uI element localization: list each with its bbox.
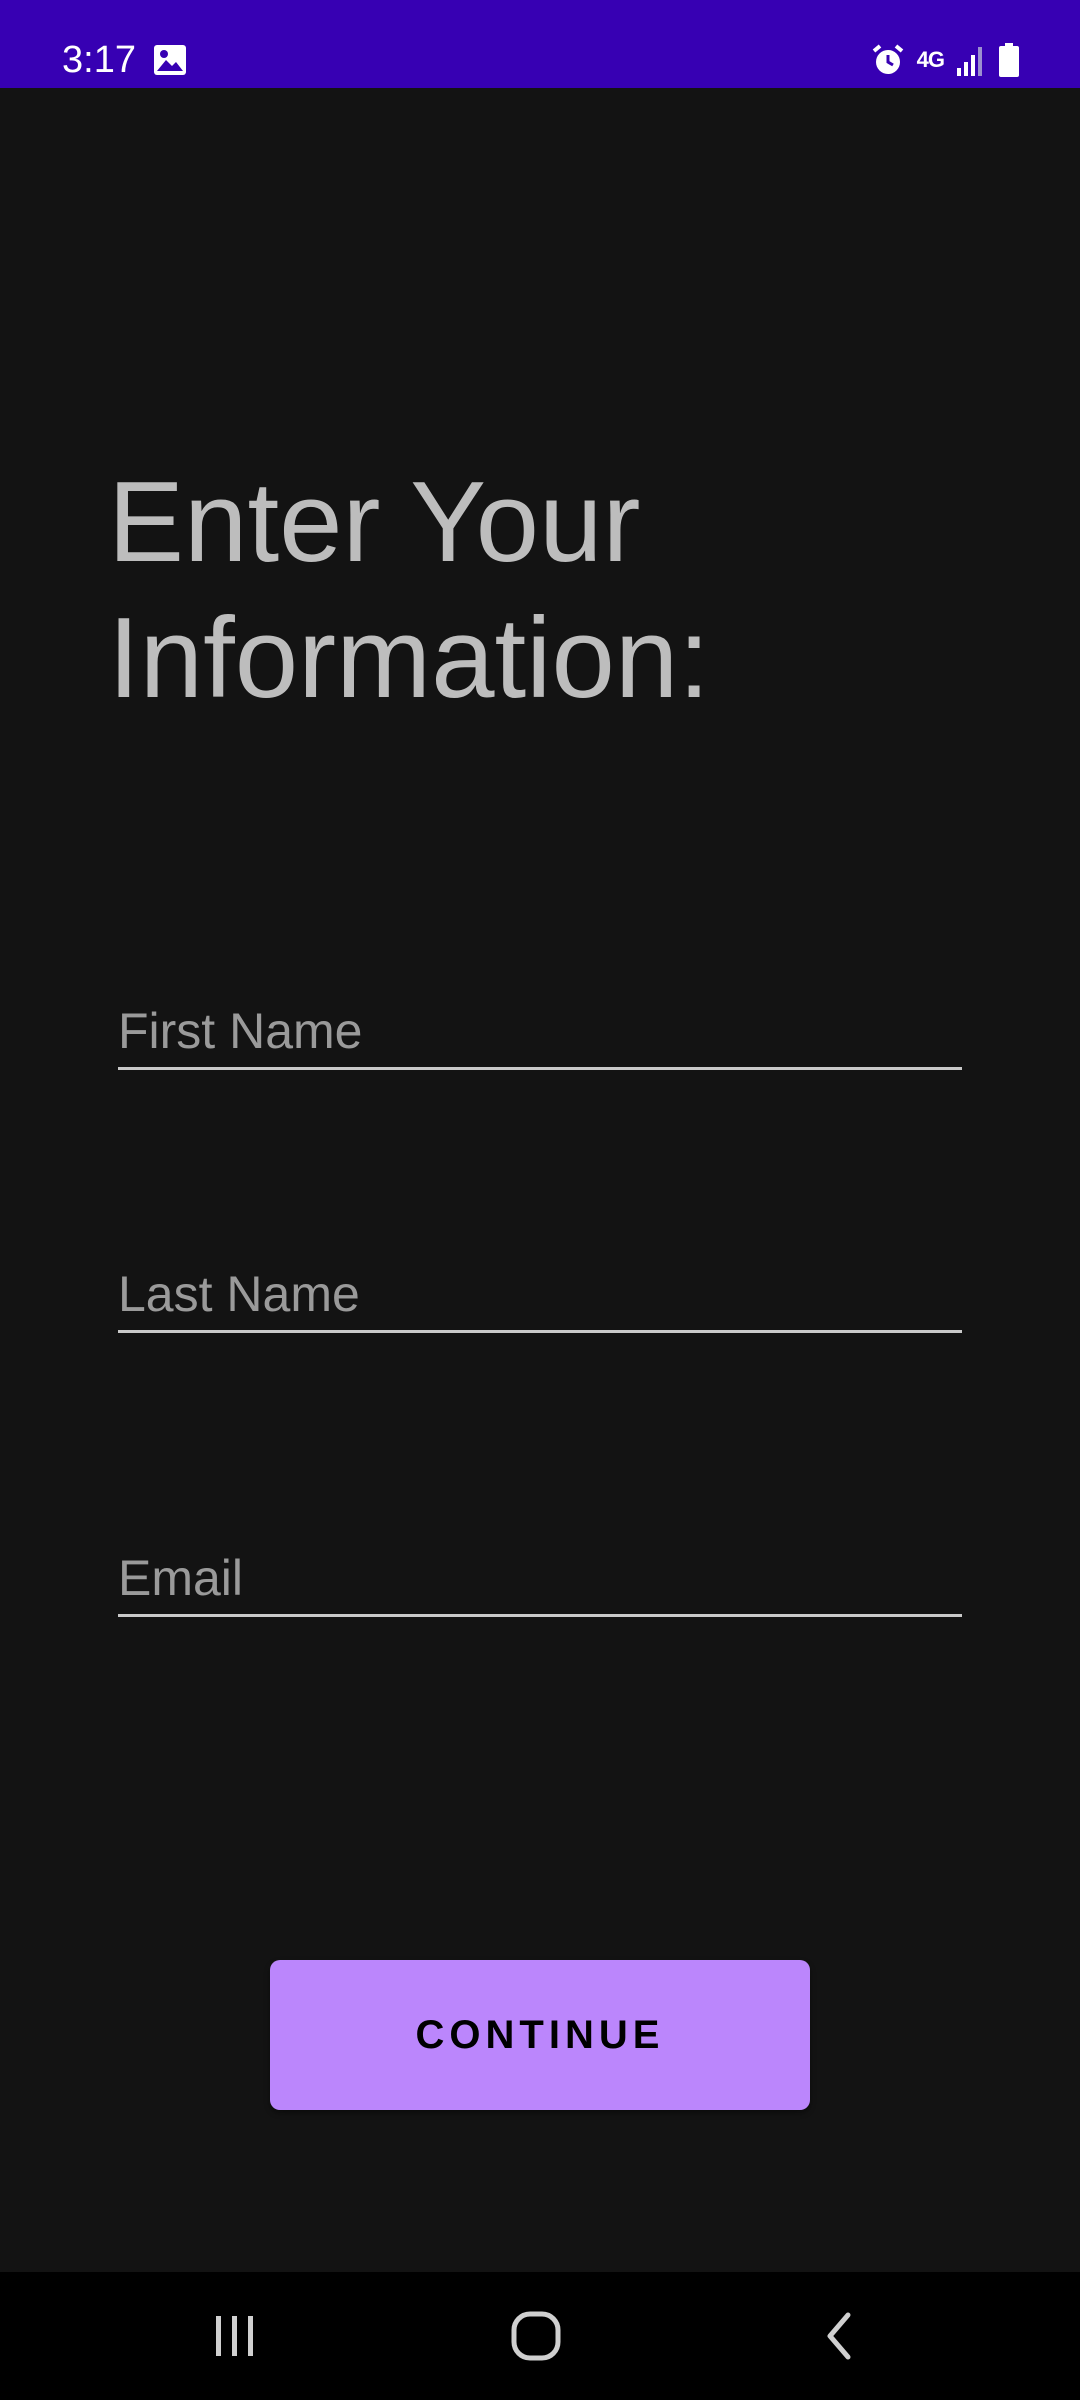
- status-time: 3:17: [62, 39, 136, 81]
- battery-icon: [998, 43, 1020, 77]
- main-content: [0, 88, 1080, 2272]
- last-name-input[interactable]: [118, 1253, 962, 1330]
- email-input[interactable]: [118, 1537, 962, 1614]
- continue-button[interactable]: CONTINUE: [270, 1960, 810, 2110]
- recents-icon[interactable]: [185, 2296, 285, 2376]
- home-icon[interactable]: [486, 2296, 586, 2376]
- first-name-field[interactable]: [118, 990, 962, 1070]
- network-4g-icon: 4G: [916, 47, 945, 72]
- status-icons: 4G: [871, 40, 1020, 80]
- back-icon[interactable]: [790, 2296, 890, 2376]
- alarm-icon: [871, 43, 905, 77]
- status-bar: 3:17 4G: [0, 0, 1080, 88]
- email-field[interactable]: [118, 1537, 962, 1617]
- signal-icon: [956, 44, 986, 76]
- gallery-icon: [153, 44, 187, 76]
- last-name-field[interactable]: [118, 1253, 962, 1333]
- navigation-bar: [0, 2272, 1080, 2400]
- first-name-input[interactable]: [118, 990, 962, 1067]
- page-title: Enter Your Information:: [108, 459, 710, 722]
